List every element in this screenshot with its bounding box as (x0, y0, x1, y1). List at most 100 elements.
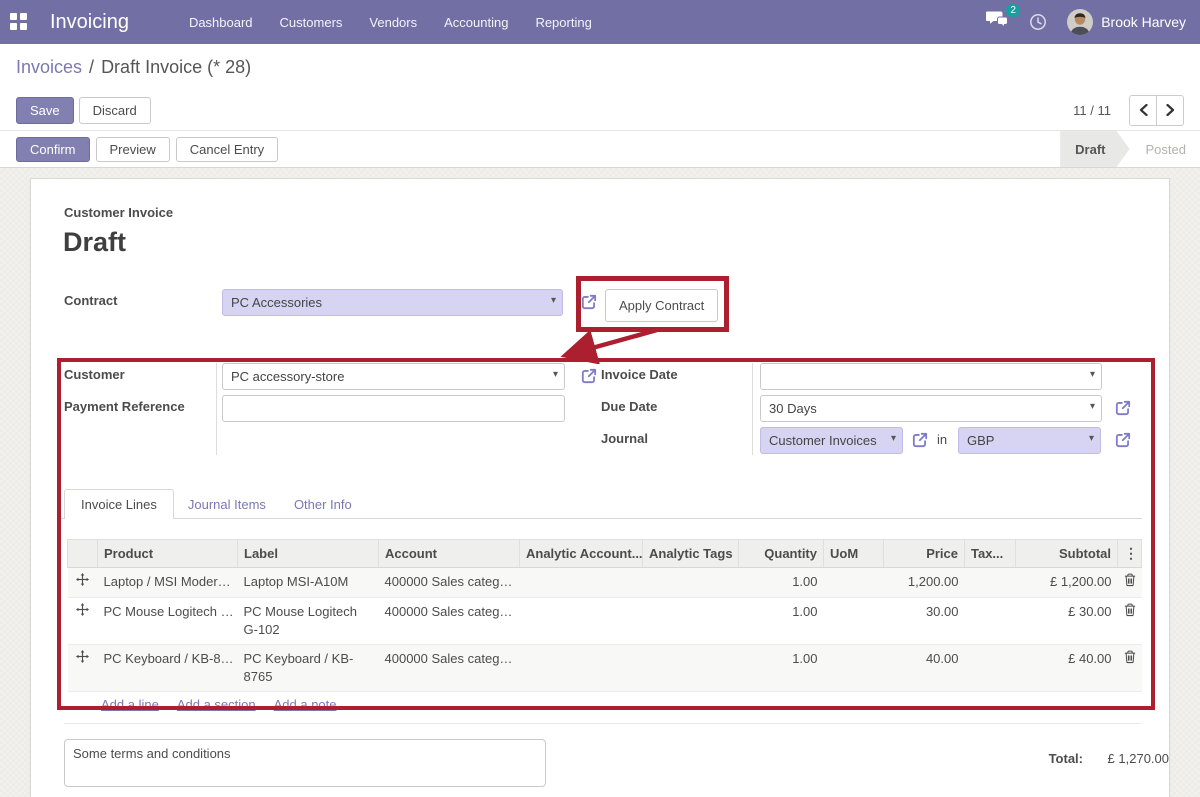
activities-clock-icon[interactable] (1029, 13, 1047, 31)
column-options-icon[interactable]: ⋮ (1118, 540, 1142, 568)
journal-external-link-icon[interactable] (911, 431, 929, 449)
cell-analytic-account[interactable] (520, 568, 643, 598)
pager-previous-button[interactable] (1129, 95, 1157, 126)
due-date-select[interactable]: 30 Days ▾ (760, 395, 1102, 422)
control-panel: Save Discard 11 / 11 (0, 90, 1200, 130)
cell-analytic-tags[interactable] (643, 645, 739, 692)
discard-button[interactable]: Discard (79, 97, 151, 124)
form-view-background: Customer Invoice Draft Contract PC Acces… (0, 168, 1200, 797)
delete-row-icon[interactable] (1118, 645, 1142, 692)
status-step-posted[interactable]: Posted (1130, 131, 1200, 167)
nav-item-dashboard[interactable]: Dashboard (189, 15, 253, 30)
group-separator-right (752, 363, 753, 455)
add-a-section-link[interactable]: Add a section (177, 697, 256, 712)
drag-handle-icon[interactable] (68, 645, 98, 692)
breadcrumb-separator: / (89, 57, 94, 78)
cell-analytic-tags[interactable] (643, 598, 739, 645)
cell-quantity[interactable]: 1.00 (739, 645, 824, 692)
user-menu[interactable]: Brook Harvey (1067, 9, 1186, 35)
messages-icon[interactable]: 2 (986, 10, 1009, 34)
total-value: £ 1,270.00 (1093, 751, 1169, 766)
header-label: Label (238, 540, 379, 568)
cell-product[interactable]: Laptop / MSI Moder… (98, 568, 238, 598)
cell-uom[interactable] (824, 598, 884, 645)
add-a-line-link[interactable]: Add a line (101, 697, 159, 712)
cell-product[interactable]: PC Keyboard / KB-8… (98, 645, 238, 692)
cancel-entry-button[interactable]: Cancel Entry (176, 137, 278, 162)
nav-item-customers[interactable]: Customers (280, 15, 343, 30)
nav-item-reporting[interactable]: Reporting (535, 15, 591, 30)
save-button[interactable]: Save (16, 97, 74, 124)
cell-analytic-account[interactable] (520, 598, 643, 645)
breadcrumb-current: Draft Invoice (* 28) (101, 57, 251, 78)
cell-account[interactable]: 400000 Sales categ… (379, 598, 520, 645)
pager-next-button[interactable] (1156, 95, 1184, 126)
header-product: Product (98, 540, 238, 568)
due-date-external-link-icon[interactable] (1114, 399, 1132, 417)
cell-tax[interactable] (965, 568, 1016, 598)
drag-handle-icon[interactable] (68, 598, 98, 645)
add-a-note-link[interactable]: Add a note (274, 697, 337, 712)
notebook-tabs: Invoice Lines Journal Items Other Info (64, 489, 366, 519)
currency-external-link-icon[interactable] (1114, 431, 1132, 449)
delete-row-icon[interactable] (1118, 598, 1142, 645)
invoice-date-input[interactable]: ▾ (760, 363, 1102, 390)
cell-quantity[interactable]: 1.00 (739, 598, 824, 645)
table-row: Laptop / MSI Moder… Laptop MSI-A10M 4000… (68, 568, 1142, 598)
apply-contract-button[interactable]: Apply Contract (605, 289, 718, 322)
cell-price[interactable]: 30.00 (884, 598, 965, 645)
header-analytic-account: Analytic Account... (520, 540, 643, 568)
preview-button[interactable]: Preview (96, 137, 170, 162)
contract-select[interactable]: PC Accessories ▾ (222, 289, 563, 316)
contract-value: PC Accessories (231, 295, 322, 310)
tab-invoice-lines[interactable]: Invoice Lines (64, 489, 174, 519)
breadcrumb-invoices-link[interactable]: Invoices (16, 57, 82, 78)
cell-tax[interactable] (965, 645, 1016, 692)
chevron-down-icon: ▾ (1090, 401, 1095, 412)
app-name[interactable]: Invoicing (50, 11, 129, 34)
nav-item-accounting[interactable]: Accounting (444, 15, 508, 30)
table-row: PC Mouse Logitech … PC Mouse Logitech G-… (68, 598, 1142, 645)
invoice-form-sheet: Customer Invoice Draft Contract PC Acces… (30, 178, 1170, 797)
total-label: Total: (993, 751, 1083, 766)
nav-item-vendors[interactable]: Vendors (369, 15, 417, 30)
cell-quantity[interactable]: 1.00 (739, 568, 824, 598)
apps-menu-icon[interactable] (10, 13, 28, 31)
cell-label[interactable]: PC Keyboard / KB-8765 (238, 645, 379, 692)
drag-handle-icon[interactable] (68, 568, 98, 598)
cell-tax[interactable] (965, 598, 1016, 645)
user-name: Brook Harvey (1101, 14, 1186, 30)
cell-analytic-tags[interactable] (643, 568, 739, 598)
table-header-row: Product Label Account Analytic Account..… (68, 540, 1142, 568)
statusbar: Confirm Preview Cancel Entry Draft Poste… (0, 130, 1200, 168)
cell-uom[interactable] (824, 568, 884, 598)
page-title: Draft (63, 227, 126, 258)
customer-select[interactable]: PC accessory-store ▾ (222, 363, 565, 390)
currency-select[interactable]: GBP ▾ (958, 427, 1101, 454)
payment-reference-input[interactable] (222, 395, 565, 422)
cell-label[interactable]: PC Mouse Logitech G-102 (238, 598, 379, 645)
chevron-down-icon: ▾ (1089, 433, 1094, 444)
header-handle (68, 540, 98, 568)
terms-and-conditions-input[interactable]: Some terms and conditions (64, 739, 546, 787)
cell-product[interactable]: PC Mouse Logitech … (98, 598, 238, 645)
footer-separator (64, 723, 1141, 724)
header-uom: UoM (824, 540, 884, 568)
tab-journal-items[interactable]: Journal Items (174, 489, 280, 519)
status-step-draft[interactable]: Draft (1060, 131, 1129, 167)
contract-external-link-icon[interactable] (580, 293, 598, 311)
group-separator-left (216, 363, 217, 455)
cell-price[interactable]: 40.00 (884, 645, 965, 692)
customer-external-link-icon[interactable] (580, 367, 598, 385)
cell-analytic-account[interactable] (520, 645, 643, 692)
cell-account[interactable]: 400000 Sales categ… (379, 568, 520, 598)
delete-row-icon[interactable] (1118, 568, 1142, 598)
header-quantity: Quantity (739, 540, 824, 568)
confirm-button[interactable]: Confirm (16, 137, 90, 162)
cell-price[interactable]: 1,200.00 (884, 568, 965, 598)
tab-other-info[interactable]: Other Info (280, 489, 366, 519)
journal-select[interactable]: Customer Invoices ▾ (760, 427, 903, 454)
cell-account[interactable]: 400000 Sales categ… (379, 645, 520, 692)
cell-uom[interactable] (824, 645, 884, 692)
cell-label[interactable]: Laptop MSI-A10M (238, 568, 379, 598)
